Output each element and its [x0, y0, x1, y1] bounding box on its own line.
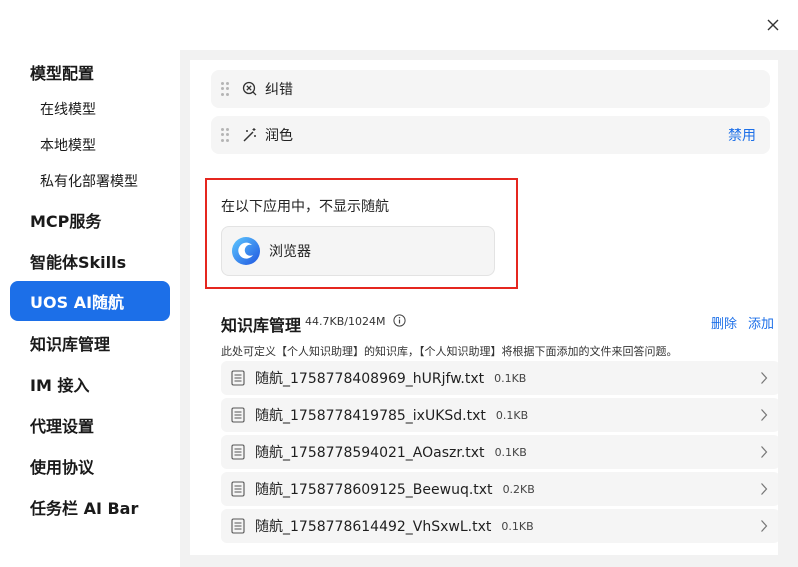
tool-label-polish: 润色 — [265, 128, 293, 144]
file-row[interactable]: 随航_1758778408969_hURjfw.txt 0.1KB — [221, 361, 778, 395]
document-icon — [231, 481, 245, 497]
tool-label-correction: 纠错 — [265, 82, 293, 98]
file-name: 随航_1758778594021_AOaszr.txt — [255, 445, 485, 461]
chevron-right-icon — [761, 372, 768, 384]
info-icon[interactable] — [393, 314, 406, 327]
sidebar-item-online-model[interactable]: 在线模型 — [10, 92, 170, 126]
document-icon — [231, 370, 245, 386]
sidebar-item-agreement[interactable]: 使用协议 — [10, 446, 170, 486]
close-icon — [767, 19, 779, 31]
file-name: 随航_1758778614492_VhSxwL.txt — [255, 519, 492, 535]
sidebar-item-model-config[interactable]: 模型配置 — [10, 52, 170, 92]
file-name: 随航_1758778609125_Beewuq.txt — [255, 482, 493, 498]
sidebar-item-uos-ai-companion[interactable]: UOS AI随航 — [10, 281, 170, 321]
file-size: 0.1KB — [494, 445, 527, 459]
sidebar-item-im[interactable]: IM 接入 — [10, 364, 170, 404]
add-button[interactable]: 添加 — [748, 313, 774, 332]
settings-panel: 纠错 润色 禁用 在以下应用中，不显示随航 浏览器 知识库管理 44.7KB/1… — [190, 60, 778, 555]
hide-apps-title: 在以下应用中，不显示随航 — [221, 199, 389, 215]
file-size: 0.1KB — [495, 408, 529, 422]
tool-row-correction[interactable]: 纠错 — [211, 70, 770, 108]
app-card-browser[interactable]: 浏览器 — [221, 226, 495, 276]
magic-wand-icon — [241, 126, 259, 144]
file-name: 随航_1758778408969_hURjfw.txt — [255, 371, 485, 387]
file-row[interactable]: 随航_1758778614492_VhSxwL.txt 0.1KB — [221, 509, 778, 543]
sidebar: 模型配置 在线模型 本地模型 私有化部署模型 MCP服务 智能体Skills U… — [0, 50, 180, 567]
file-row[interactable]: 随航_1758778594021_AOaszr.txt 0.1KB — [221, 435, 778, 469]
document-icon — [231, 407, 245, 423]
file-row[interactable]: 随航_1758778419785_ixUKSd.txt 0.1KB — [221, 398, 778, 432]
chevron-right-icon — [761, 409, 768, 421]
drag-handle-icon[interactable] — [221, 128, 231, 142]
file-size: 0.2KB — [502, 482, 535, 496]
file-row[interactable]: 随航_1758778609125_Beewuq.txt 0.2KB — [221, 472, 778, 506]
sidebar-item-local-model[interactable]: 本地模型 — [10, 128, 170, 162]
browser-icon — [232, 237, 260, 265]
knowledge-description: 此处可定义【个人知识助理】的知识库，【个人知识助理】将根据下面添加的文件来回答问… — [221, 345, 678, 358]
file-name: 随航_1758778419785_ixUKSd.txt — [255, 408, 486, 424]
file-size: 0.1KB — [494, 371, 527, 385]
tool-row-polish[interactable]: 润色 禁用 — [211, 116, 770, 154]
file-size: 0.1KB — [501, 519, 534, 533]
chevron-right-icon — [761, 483, 768, 495]
sidebar-item-mcp[interactable]: MCP服务 — [10, 200, 170, 240]
sidebar-item-knowledge-base[interactable]: 知识库管理 — [10, 323, 170, 363]
settings-window: 模型配置 在线模型 本地模型 私有化部署模型 MCP服务 智能体Skills U… — [0, 0, 798, 567]
document-icon — [231, 444, 245, 460]
disable-button[interactable]: 禁用 — [728, 125, 756, 145]
sidebar-item-private-deploy-model[interactable]: 私有化部署模型 — [10, 164, 170, 198]
sidebar-item-proxy[interactable]: 代理设置 — [10, 405, 170, 445]
title-bar — [0, 0, 798, 50]
knowledge-size: 44.7KB/1024M — [305, 315, 386, 328]
delete-button[interactable]: 删除 — [711, 313, 737, 332]
main-content: 纠错 润色 禁用 在以下应用中，不显示随航 浏览器 知识库管理 44.7KB/1… — [180, 50, 798, 567]
chevron-right-icon — [761, 446, 768, 458]
sidebar-item-taskbar-ai-bar[interactable]: 任务栏 AI Bar — [10, 487, 170, 527]
app-label-browser: 浏览器 — [269, 244, 311, 260]
chevron-right-icon — [761, 520, 768, 532]
knowledge-title: 知识库管理 — [221, 316, 302, 335]
sidebar-item-skills[interactable]: 智能体Skills — [10, 241, 170, 281]
drag-handle-icon[interactable] — [221, 82, 231, 96]
x-circle-icon — [241, 80, 259, 98]
document-icon — [231, 518, 245, 534]
close-button[interactable] — [758, 10, 788, 40]
